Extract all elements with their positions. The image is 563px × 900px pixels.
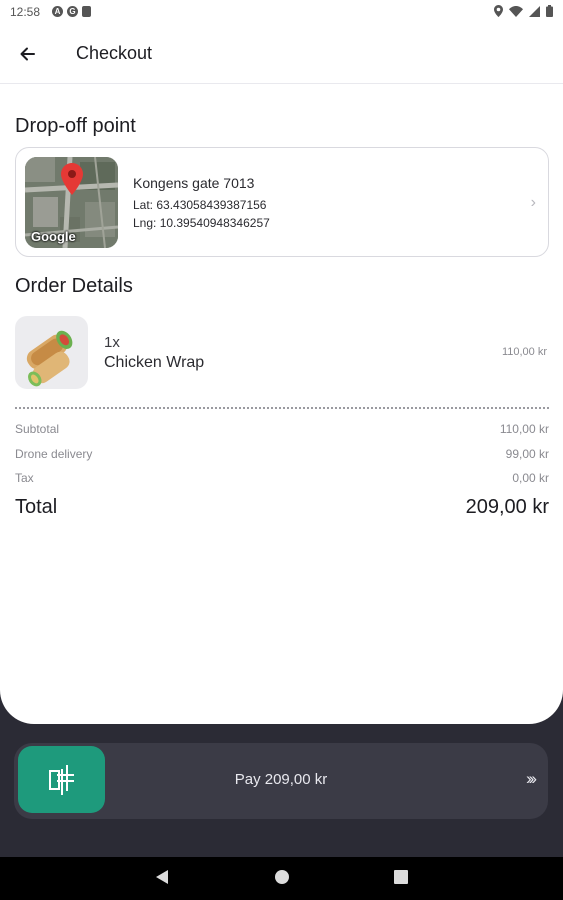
- item-quantity: 1x: [104, 334, 120, 351]
- tax-value: 0,00 kr: [512, 471, 549, 485]
- location-icon: [494, 5, 503, 17]
- dropoff-longitude: Lng: 10.39540948346257: [133, 216, 270, 230]
- delivery-value: 99,00 kr: [505, 447, 549, 461]
- pay-slider[interactable]: Pay 209,00 kr ›››: [14, 743, 548, 819]
- status-bar: 12:58 A G: [0, 0, 563, 24]
- a-circle-icon: A: [52, 6, 63, 17]
- subtotal-label: Subtotal: [15, 422, 60, 436]
- battery-icon: [546, 5, 553, 17]
- g-circle-icon: G: [67, 6, 78, 17]
- dropoff-point-card[interactable]: Google Kongens gate 7013 Lat: 63.4305843…: [15, 147, 549, 257]
- dropoff-latitude: Lat: 63.43058439387156: [133, 198, 267, 212]
- arrow-left-icon: [20, 47, 35, 61]
- item-price: 110,00 kr: [501, 346, 547, 358]
- delivery-row: Drone delivery 99,00 kr: [15, 447, 549, 461]
- chicken-wrap-image: [26, 330, 73, 387]
- triple-chevron-right-icon: ›››: [526, 769, 537, 788]
- item-name: Chicken Wrap: [104, 354, 205, 371]
- item-image: [15, 316, 88, 389]
- subtotal-row: Subtotal 110,00 kr: [15, 422, 549, 436]
- wifi-icon: [509, 5, 523, 17]
- back-triangle-icon[interactable]: [155, 869, 169, 885]
- dotted-divider: [15, 407, 549, 409]
- status-time: 12:58: [10, 5, 41, 19]
- dropoff-section-title: Drop-off point: [15, 115, 136, 137]
- sd-card-icon: [82, 6, 91, 17]
- app-bar: Checkout: [0, 24, 563, 84]
- map-pin-icon: [61, 163, 83, 195]
- delivery-label: Drone delivery: [15, 447, 93, 461]
- total-row: Total 209,00 kr: [15, 496, 549, 519]
- tax-label: Tax: [15, 471, 34, 485]
- total-label: Total: [15, 496, 58, 518]
- subtotal-value: 110,00 kr: [499, 422, 549, 436]
- map-attribution: Google: [31, 229, 76, 244]
- chevron-right-icon: ›: [530, 194, 536, 211]
- order-details-title: Order Details: [15, 275, 133, 297]
- map-thumbnail: Google: [25, 157, 118, 248]
- page-title: Checkout: [76, 43, 153, 63]
- recents-square-icon[interactable]: [394, 870, 408, 884]
- signal-icon: [529, 5, 540, 17]
- dropoff-address: Kongens gate 7013: [133, 175, 255, 191]
- system-navigation-bar: [0, 857, 563, 900]
- home-circle-icon[interactable]: [274, 869, 290, 885]
- total-value: 209,00 kr: [465, 496, 549, 518]
- checkout-card: 12:58 A G Checkout Drop-off point Google…: [0, 0, 563, 724]
- pay-label: Pay 209,00 kr: [234, 771, 328, 788]
- back-button[interactable]: [14, 40, 42, 68]
- tax-row: Tax 0,00 kr: [15, 471, 549, 485]
